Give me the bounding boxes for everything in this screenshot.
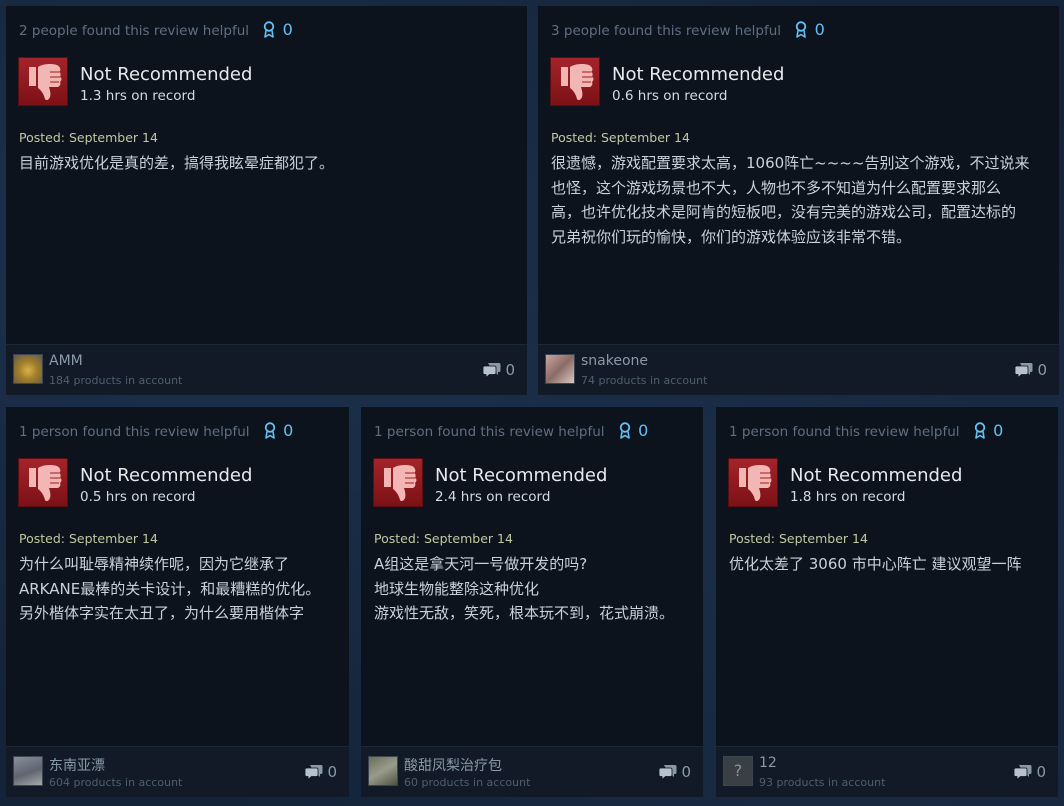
helpful-label: 2 people found this review helpful: [19, 23, 250, 39]
review-text-line: 另外楷体字实在太丑了，为什么要用楷体字: [19, 604, 305, 622]
avatar-placeholder-glyph: ?: [733, 761, 743, 780]
helpful-count-text: 2 people found this review helpful 0: [19, 20, 293, 42]
reviewer-name[interactable]: 酸甜凤梨治疗包: [404, 755, 502, 775]
comment-bubble-icon: [305, 763, 327, 781]
hours-on-record: 2.4 hrs on record: [435, 489, 551, 505]
review-text-line: 为什么叫耻辱精神续作呢，因为它继承了: [19, 555, 290, 573]
helpful-label: 1 person found this review helpful: [374, 424, 605, 440]
products-in-account: 184 products in account: [49, 374, 183, 387]
review-card: 1 person found this review helpful 0 Not…: [716, 407, 1058, 797]
award-count: 0: [993, 421, 1004, 440]
review-text-line: 游戏性无敌，笑死，根本玩不到，花式崩溃。: [374, 604, 675, 622]
reviewer-name[interactable]: 12: [759, 755, 777, 771]
avatar[interactable]: [368, 756, 398, 786]
review-text-line: 很遗憾，游戏配置要求太高，1060阵亡~~~~告别这个游戏，不过说来: [551, 154, 1030, 172]
review-verdict[interactable]: Not Recommended: [612, 64, 784, 85]
products-in-account: 74 products in account: [581, 374, 708, 387]
comment-bubble-icon: [483, 361, 505, 379]
helpful-count-text: 1 person found this review helpful 0: [729, 421, 1003, 443]
comments-button[interactable]: 0: [1014, 763, 1046, 781]
award-ribbon-icon[interactable]: [263, 21, 275, 42]
review-body[interactable]: 优化太差了 3060 市中心阵亡 建议观望一阵: [729, 552, 1021, 577]
reviewer-name[interactable]: snakeone: [581, 353, 648, 369]
award-ribbon-icon[interactable]: [795, 21, 807, 42]
avatar[interactable]: [13, 756, 43, 786]
review-footer: ? 12 93 products in account 0: [716, 746, 1058, 797]
thumbs-down-icon: [373, 458, 423, 507]
review-body[interactable]: A组这是拿天河一号做开发的吗? 地球生物能整除这种优化游戏性无敌，笑死，根本玩不到…: [374, 552, 674, 626]
comment-count: 0: [505, 361, 515, 379]
comment-count: 0: [1037, 361, 1047, 379]
comments-button[interactable]: 0: [659, 763, 691, 781]
review-grid: 2 people found this review helpful 0 Not…: [0, 0, 1064, 806]
award-ribbon-icon[interactable]: [974, 422, 986, 443]
review-verdict[interactable]: Not Recommended: [790, 465, 962, 486]
review-text-line: ARKANE最棒的关卡设计，和最糟糕的优化。: [19, 579, 321, 598]
avatar[interactable]: ?: [723, 756, 753, 786]
posted-date: Posted: September 14: [19, 531, 158, 546]
helpful-count-text: 3 people found this review helpful 0: [551, 20, 825, 42]
review-footer: snakeone 74 products in account 0: [538, 344, 1059, 395]
review-verdict[interactable]: Not Recommended: [80, 465, 252, 486]
review-verdict[interactable]: Not Recommended: [80, 64, 252, 85]
comment-count: 0: [327, 763, 337, 781]
review-body[interactable]: 目前游戏优化是真的差，搞得我眩晕症都犯了。: [19, 151, 334, 176]
posted-date: Posted: September 14: [19, 130, 158, 145]
thumbs-down-icon: [18, 57, 68, 106]
comment-count: 0: [681, 763, 691, 781]
comment-count: 0: [1036, 763, 1046, 781]
award-count: 0: [283, 421, 294, 440]
helpful-label: 1 person found this review helpful: [19, 424, 250, 440]
review-text-line: 高，也许优化技术是阿肯的短板吧，没有完美的游戏公司，配置达标的: [551, 203, 1017, 221]
comments-button[interactable]: 0: [305, 763, 337, 781]
comments-button[interactable]: 0: [1015, 361, 1047, 379]
helpful-count-text: 1 person found this review helpful 0: [374, 421, 648, 443]
helpful-count-text: 1 person found this review helpful 0: [19, 421, 293, 443]
hours-on-record: 1.3 hrs on record: [80, 88, 196, 104]
review-text-line: 兄弟祝你们玩的愉快，你们的游戏体验应该非常不错。: [551, 227, 912, 246]
posted-date: Posted: September 14: [729, 531, 868, 546]
reviewer-name[interactable]: AMM: [49, 353, 83, 369]
products-in-account: 604 products in account: [49, 776, 183, 789]
comments-button[interactable]: 0: [483, 361, 515, 379]
thumbs-down-icon: [728, 458, 778, 507]
avatar[interactable]: [13, 354, 43, 384]
review-text-line: 也怪，这个游戏场景也不大，人物也不多不知道为什么配置要求那么: [551, 178, 1002, 197]
review-card: 3 people found this review helpful 0 Not…: [538, 6, 1059, 395]
review-footer: 东南亚漂 604 products in account 0: [6, 746, 349, 797]
review-body[interactable]: 为什么叫耻辱精神续作呢，因为它继承了 ARKANE最棒的关卡设计，和最糟糕的优化。…: [19, 552, 320, 626]
review-card: 1 person found this review helpful 0 Not…: [6, 407, 349, 797]
products-in-account: 93 products in account: [759, 776, 886, 789]
award-count: 0: [814, 20, 825, 39]
thumbs-down-icon: [550, 57, 600, 106]
review-text-line: 地球生物能整除这种优化: [374, 579, 540, 598]
thumbs-down-icon: [18, 458, 68, 507]
posted-date: Posted: September 14: [374, 531, 513, 546]
comment-bubble-icon: [1014, 763, 1036, 781]
award-ribbon-icon[interactable]: [619, 422, 631, 443]
award-count: 0: [282, 20, 293, 39]
review-footer: AMM 184 products in account 0: [6, 344, 527, 395]
helpful-label: 3 people found this review helpful: [551, 23, 782, 39]
hours-on-record: 0.5 hrs on record: [80, 489, 196, 505]
reviewer-name[interactable]: 东南亚漂: [49, 755, 105, 775]
comment-bubble-icon: [1015, 361, 1037, 379]
helpful-label: 1 person found this review helpful: [729, 424, 960, 440]
products-in-account: 60 products in account: [404, 776, 531, 789]
award-ribbon-icon[interactable]: [264, 422, 276, 443]
review-card: 2 people found this review helpful 0 Not…: [6, 6, 527, 395]
review-verdict[interactable]: Not Recommended: [435, 465, 607, 486]
review-card: 1 person found this review helpful 0 Not…: [361, 407, 703, 797]
review-text-line: A组这是拿天河一号做开发的吗?: [374, 555, 588, 573]
hours-on-record: 0.6 hrs on record: [612, 88, 728, 104]
review-text-line: 优化太差了 3060 市中心阵亡 建议观望一阵: [729, 555, 1022, 573]
comment-bubble-icon: [659, 763, 681, 781]
posted-date: Posted: September 14: [551, 130, 690, 145]
review-text-line: 目前游戏优化是真的差，搞得我眩晕症都犯了。: [19, 154, 335, 172]
review-body[interactable]: 很遗憾，游戏配置要求太高，1060阵亡~~~~告别这个游戏，不过说来 也怪，这个游…: [551, 151, 1029, 249]
award-count: 0: [638, 421, 649, 440]
review-footer: 酸甜凤梨治疗包 60 products in account 0: [361, 746, 703, 797]
avatar[interactable]: [545, 354, 575, 384]
hours-on-record: 1.8 hrs on record: [790, 489, 906, 505]
